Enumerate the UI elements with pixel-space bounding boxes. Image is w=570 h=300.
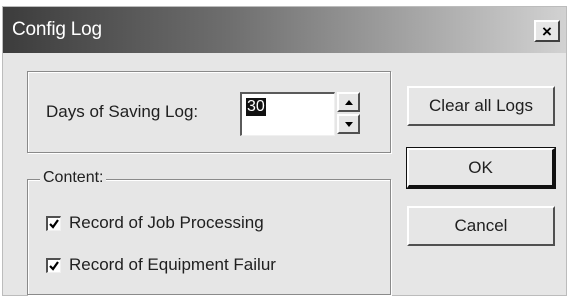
days-of-saving-value: 30 <box>246 98 266 116</box>
record-job-processing-checkbox[interactable] <box>46 215 61 231</box>
checkmark-icon <box>49 218 59 229</box>
record-equipment-failure-checkbox[interactable] <box>46 257 61 273</box>
spin-up-button[interactable] <box>337 92 360 112</box>
content-group-legend: Content: <box>40 169 107 187</box>
down-arrow-icon <box>344 121 353 127</box>
days-of-saving-group: Days of Saving Log: 30 <box>27 71 391 153</box>
dialog-title: Config Log <box>12 19 102 40</box>
close-button[interactable]: × <box>534 20 560 42</box>
days-of-saving-input[interactable]: 30 <box>240 92 335 136</box>
ok-button[interactable]: OK <box>406 147 556 189</box>
days-of-saving-label: Days of Saving Log: <box>46 102 199 121</box>
record-job-processing-option[interactable]: Record of Job Processing <box>46 213 264 233</box>
record-job-processing-label: Record of Job Processing <box>69 213 264 232</box>
up-arrow-icon <box>344 99 353 105</box>
title-bar[interactable]: Config Log × <box>3 7 566 53</box>
clear-all-logs-button[interactable]: Clear all Logs <box>407 86 555 126</box>
record-equipment-failure-option[interactable]: Record of Equipment Failur <box>46 255 276 275</box>
cancel-button[interactable]: Cancel <box>407 206 555 246</box>
content-group: Content: Record of Job Processing Record… <box>27 169 391 295</box>
spin-down-button[interactable] <box>337 114 360 134</box>
config-log-dialog: Config Log × Days of Saving Log: 30 Cont… <box>2 6 567 296</box>
checkmark-icon <box>49 260 59 271</box>
record-equipment-failure-label: Record of Equipment Failur <box>69 255 276 274</box>
close-icon: × <box>542 21 552 41</box>
